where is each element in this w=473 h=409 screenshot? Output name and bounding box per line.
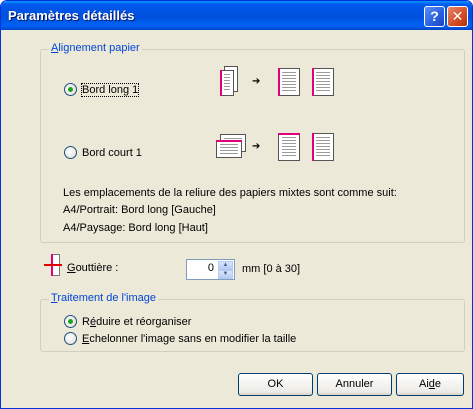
- help-button[interactable]: Aide: [396, 373, 464, 396]
- long-edge-radio[interactable]: [64, 83, 77, 96]
- image-processing-title: Traitement de l'image: [49, 292, 159, 304]
- reduce-reorganize-label[interactable]: Réduire et réorganiser: [82, 316, 191, 328]
- short-edge-label[interactable]: Bord court 1: [82, 147, 142, 159]
- long-edge-label[interactable]: Bord long 1: [80, 82, 140, 97]
- scale-image-option[interactable]: Echelonner l'image sans en modifier la t…: [64, 332, 296, 345]
- portrait-page-icon: [278, 68, 300, 96]
- a4-portrait-info: A4/Portrait: Bord long [Gauche]: [63, 204, 216, 216]
- short-portrait-binding-edge: [278, 133, 300, 135]
- reduce-reorganize-option[interactable]: Réduire et réorganiser: [64, 315, 191, 328]
- ok-button[interactable]: OK: [238, 373, 313, 396]
- dialog-body: Alignement papier Bord long 1 ➔ Bord cou…: [4, 30, 469, 407]
- help-title-button[interactable]: ?: [424, 6, 445, 27]
- a4-landscape-info: A4/Paysage: Bord long [Haut]: [63, 222, 208, 234]
- gutter-spinner[interactable]: 0 ▲ ▼: [186, 259, 235, 280]
- binding-edge-mark: [220, 70, 222, 96]
- long-edge-option[interactable]: Bord long 1: [64, 82, 140, 97]
- reduce-reorganize-radio[interactable]: [64, 315, 77, 328]
- title-bar[interactable]: Paramètres détaillés ? ✕: [1, 1, 472, 30]
- scale-image-radio[interactable]: [64, 332, 77, 345]
- cancel-button[interactable]: Annuler: [317, 373, 392, 396]
- stacked-page-front-icon: [220, 70, 234, 96]
- portrait-page-icon-2: [312, 68, 334, 96]
- short-portrait-page-icon-2: [312, 133, 334, 161]
- gutter-unit: mm [0 à 30]: [242, 263, 301, 275]
- short-portrait-page-icon: [278, 133, 300, 161]
- gutter-icon: [44, 254, 62, 276]
- landscape-page-front-icon: [216, 140, 242, 158]
- gutter-label: Gouttière :: [67, 262, 119, 274]
- gutter-value[interactable]: 0: [208, 262, 214, 274]
- portrait-binding-edge: [278, 68, 280, 96]
- arrow-icon-2: ➔: [252, 141, 261, 152]
- dialog-window: Paramètres détaillés ? ✕ Alignement papi…: [0, 0, 473, 409]
- portrait-binding-edge-2: [312, 68, 314, 96]
- window-title: Paramètres détaillés: [8, 8, 135, 23]
- spinner-buttons: ▲ ▼: [218, 261, 233, 279]
- mixed-paper-info: Les emplacements de la reliure des papie…: [63, 187, 397, 199]
- short-edge-radio[interactable]: [64, 146, 77, 159]
- landscape-binding-edge: [216, 140, 242, 142]
- spin-up-icon[interactable]: ▲: [218, 261, 233, 270]
- close-button[interactable]: ✕: [447, 6, 468, 27]
- spin-down-icon[interactable]: ▼: [218, 270, 233, 279]
- short-edge-option[interactable]: Bord court 1: [64, 146, 142, 159]
- paper-alignment-title: Alignement papier: [49, 42, 142, 54]
- short-portrait-binding-edge-2: [312, 133, 314, 161]
- scale-image-label[interactable]: Echelonner l'image sans en modifier la t…: [82, 333, 296, 345]
- arrow-icon: ➔: [252, 76, 261, 87]
